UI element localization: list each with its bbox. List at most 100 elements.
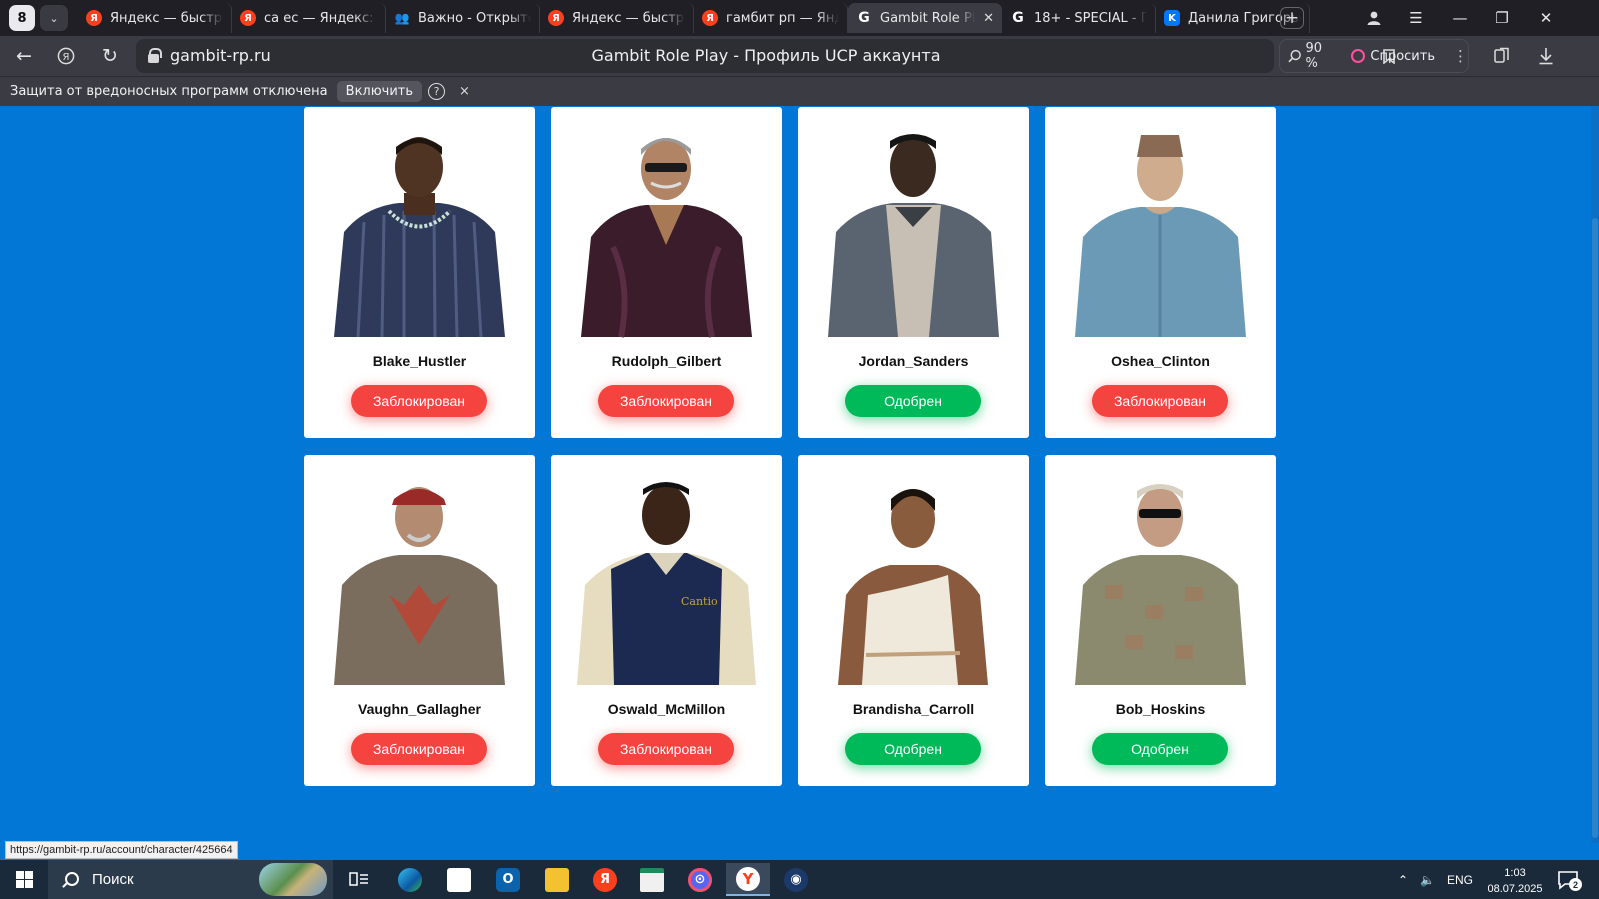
yandex-icon: Я bbox=[86, 10, 102, 26]
status-badge: Одобрен bbox=[845, 385, 981, 417]
search-placeholder: Поиск bbox=[92, 871, 134, 888]
character-card[interactable]: Brandisha_Carroll Одобрен bbox=[798, 455, 1029, 786]
tab-vazhno[interactable]: 👥 Важно - Открытое bbox=[386, 3, 540, 33]
windows-logo-icon bbox=[15, 871, 33, 888]
character-grid: Blake_Hustler Заблокирован Rudolph_Gilbe… bbox=[304, 106, 1294, 796]
navigation-bar: ← Я ↻ gambit-rp.ru Gambit Role Play - Пр… bbox=[0, 36, 1599, 76]
group-icon: 👥 bbox=[394, 11, 410, 25]
zoom-value: 90 % bbox=[1305, 41, 1323, 71]
character-avatar bbox=[798, 127, 1029, 342]
clock[interactable]: 1:03 08.07.2025 bbox=[1480, 865, 1550, 897]
language-indicator[interactable]: ENG bbox=[1447, 860, 1473, 899]
character-card[interactable]: Cantio Oswald_McMillon Заблокирован bbox=[551, 455, 782, 786]
notifications-icon[interactable]: 2 bbox=[1556, 868, 1582, 892]
close-tab-icon[interactable]: ✕ bbox=[983, 11, 994, 26]
task-view-icon[interactable] bbox=[337, 863, 381, 896]
start-button[interactable] bbox=[0, 860, 48, 899]
edge-icon[interactable] bbox=[388, 863, 432, 896]
close-window-icon[interactable]: ✕ bbox=[1526, 0, 1566, 36]
yandex-icon: Я bbox=[702, 10, 718, 26]
notepad-icon[interactable] bbox=[630, 863, 674, 896]
character-avatar bbox=[798, 475, 1029, 690]
ask-button[interactable]: Спросить bbox=[1351, 49, 1435, 64]
url-text[interactable]: gambit-rp.ru bbox=[170, 46, 271, 65]
enable-protection-button[interactable]: Включить bbox=[336, 81, 423, 102]
character-card[interactable]: Vaughn_Gallagher Заблокирован bbox=[304, 455, 535, 786]
character-card[interactable]: Jordan_Sanders Одобрен bbox=[798, 107, 1029, 438]
collections-icon[interactable] bbox=[1488, 42, 1516, 70]
gambit-logo-icon: G bbox=[858, 10, 870, 26]
security-infobar: Защита от вредоносных программ отключена… bbox=[0, 76, 1599, 106]
tab-title: Яндекс — быстрый bbox=[572, 10, 685, 26]
status-badge: Заблокирован bbox=[598, 385, 734, 417]
tab-title: Важно - Открытое bbox=[418, 10, 531, 26]
tab-counter[interactable]: 8 bbox=[9, 5, 35, 31]
status-badge: Заблокирован bbox=[598, 733, 734, 765]
gambit-logo-icon: G bbox=[1012, 10, 1024, 26]
character-avatar bbox=[1045, 127, 1276, 342]
character-card[interactable]: Oshea_Clinton Заблокирован bbox=[1045, 107, 1276, 438]
svg-text:Cantio: Cantio bbox=[681, 595, 718, 608]
character-card[interactable]: Bob_Hoskins Одобрен bbox=[1045, 455, 1276, 786]
yandex-icon: Я bbox=[548, 10, 564, 26]
file-explorer-icon[interactable] bbox=[535, 863, 579, 896]
tab-yandex-1[interactable]: Я Яндекс — быстрый bbox=[78, 3, 232, 33]
tab-yandex-2[interactable]: Я Яндекс — быстрый bbox=[540, 3, 694, 33]
hidden-icons-chevron-icon[interactable]: ⌃ bbox=[1398, 860, 1408, 899]
minimize-icon[interactable]: — bbox=[1440, 0, 1480, 36]
more-options-icon[interactable]: ⋮ bbox=[1453, 47, 1468, 65]
clock-date: 08.07.2025 bbox=[1487, 883, 1543, 895]
help-icon[interactable]: ? bbox=[428, 83, 446, 100]
yandex-icon[interactable]: Я bbox=[583, 863, 627, 896]
status-badge: Заблокирован bbox=[1092, 385, 1228, 417]
profile-icon[interactable] bbox=[1354, 0, 1394, 36]
search-highlight-image bbox=[259, 863, 327, 896]
back-arrow-icon[interactable]: ← bbox=[10, 42, 38, 70]
tab-title: Gambit Role Play bbox=[880, 10, 976, 26]
character-avatar bbox=[304, 127, 535, 342]
character-name: Oswald_McMillon bbox=[607, 701, 726, 717]
tab-gambit-search[interactable]: Я гамбит рп — Яндекс bbox=[694, 3, 848, 33]
zoom-indicator[interactable]: 90 % bbox=[1288, 41, 1337, 71]
yandex-icon: Я bbox=[240, 10, 256, 26]
notification-count: 2 bbox=[1569, 878, 1582, 891]
page-scrollbar[interactable] bbox=[1591, 106, 1599, 843]
steam-icon[interactable]: ◉ bbox=[774, 863, 818, 896]
tab-gambit-active[interactable]: G Gambit Role Play ✕ bbox=[848, 3, 1002, 33]
discord-icon[interactable]: ⊙ bbox=[678, 863, 722, 896]
character-card[interactable]: Blake_Hustler Заблокирован bbox=[304, 107, 535, 438]
status-badge: Одобрен bbox=[1092, 733, 1228, 765]
download-icon[interactable] bbox=[1532, 42, 1560, 70]
scrollbar-thumb[interactable] bbox=[1592, 218, 1598, 838]
zoom-icon bbox=[1288, 49, 1301, 63]
tab-yandex-search[interactable]: Я са ес — Яндекс: нашлось bbox=[232, 3, 386, 33]
status-badge: Одобрен bbox=[845, 733, 981, 765]
windows-taskbar: Поиск O Я ⊙ Y ◉ ⌃ 🔈 ENG 1:03 08.07.2025 … bbox=[0, 860, 1599, 899]
yandex-home-icon[interactable]: Я bbox=[52, 42, 80, 70]
yandex-browser-icon[interactable]: Y bbox=[726, 863, 770, 896]
search-icon bbox=[62, 871, 79, 888]
lock-icon bbox=[148, 48, 162, 63]
chevron-down-icon[interactable]: ⌄ bbox=[40, 5, 68, 31]
infobar-message: Защита от вредоносных программ отключена bbox=[10, 84, 328, 99]
store-icon[interactable] bbox=[437, 863, 481, 896]
menu-icon[interactable]: ☰ bbox=[1396, 0, 1436, 36]
restore-icon[interactable]: ❐ bbox=[1482, 0, 1522, 36]
address-bar[interactable]: gambit-rp.ru Gambit Role Play - Профиль … bbox=[136, 39, 1395, 73]
character-avatar bbox=[1045, 475, 1276, 690]
close-infobar-icon[interactable]: × bbox=[459, 84, 470, 99]
character-name: Oshea_Clinton bbox=[1111, 353, 1210, 369]
character-card[interactable]: Rudolph_Gilbert Заблокирован bbox=[551, 107, 782, 438]
page-content: Blake_Hustler Заблокирован Rudolph_Gilbe… bbox=[0, 106, 1599, 843]
reload-icon[interactable]: ↻ bbox=[96, 42, 124, 70]
zoom-ask-group: 90 % Спросить ⋮ bbox=[1279, 39, 1469, 73]
status-badge: Заблокирован bbox=[351, 733, 487, 765]
outlook-icon[interactable]: O bbox=[486, 863, 530, 896]
page-title: Gambit Role Play - Профиль UCP аккаунта bbox=[591, 46, 941, 65]
tab-special[interactable]: G 18+ - SPECIAL - Гу bbox=[1002, 3, 1156, 33]
character-name: Brandisha_Carroll bbox=[852, 701, 975, 717]
taskbar-search[interactable]: Поиск bbox=[48, 860, 333, 899]
clock-time: 1:03 bbox=[1504, 867, 1526, 879]
volume-icon[interactable]: 🔈 bbox=[1420, 860, 1435, 899]
new-tab-button[interactable]: + bbox=[1280, 7, 1304, 29]
